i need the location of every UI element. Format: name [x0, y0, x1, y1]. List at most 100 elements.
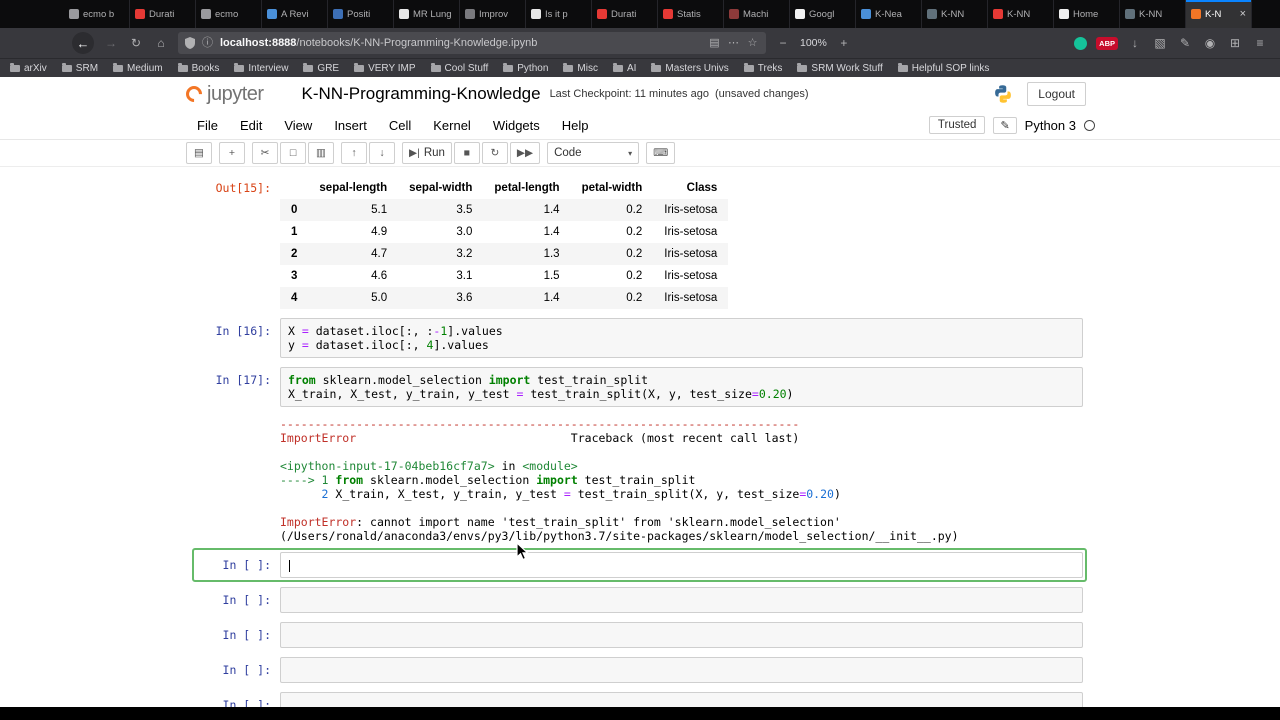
- browser-tab[interactable]: K-Nea: [856, 0, 922, 28]
- notebook-cell[interactable]: In [ ]:: [196, 692, 1083, 707]
- bookmark-folder[interactable]: SRM: [61, 62, 98, 74]
- browser-tab[interactable]: Statis: [658, 0, 724, 28]
- copy-icon: □: [289, 147, 297, 159]
- bookmark-folder[interactable]: arXiv: [10, 62, 47, 74]
- browser-tab[interactable]: K-NN: [1120, 0, 1186, 28]
- tab-favicon: [399, 9, 409, 19]
- zoom-level[interactable]: 100%: [800, 37, 827, 49]
- menu-kernel[interactable]: Kernel: [422, 114, 482, 137]
- browser-tab[interactable]: Durati: [592, 0, 658, 28]
- cell-content: [280, 622, 1083, 648]
- menu-view[interactable]: View: [273, 114, 323, 137]
- run-button[interactable]: ▶| Run: [402, 142, 452, 164]
- browser-tab[interactable]: K-NN: [988, 0, 1054, 28]
- bookmark-folder[interactable]: Helpful SOP links: [897, 62, 989, 74]
- code-input[interactable]: [280, 622, 1083, 648]
- page-actions-icon[interactable]: ⋯: [727, 37, 740, 49]
- menu-help[interactable]: Help: [551, 114, 600, 137]
- command-palette-button[interactable]: ⌨: [646, 142, 676, 164]
- site-info-icon[interactable]: ⓘ: [201, 37, 214, 49]
- tracking-shield-icon[interactable]: [185, 37, 195, 49]
- browser-tab[interactable]: Positi: [328, 0, 394, 28]
- tab-close-icon[interactable]: ×: [1240, 8, 1246, 20]
- code-input[interactable]: [280, 587, 1083, 613]
- browser-tab[interactable]: ecmo b: [64, 0, 130, 28]
- copy-button[interactable]: □: [280, 142, 306, 164]
- save-button[interactable]: ▤: [186, 142, 212, 164]
- browser-tab[interactable]: Is it p: [526, 0, 592, 28]
- browser-tab[interactable]: Improv: [460, 0, 526, 28]
- code-input[interactable]: X = dataset.iloc[:, :-1].values y = datas…: [280, 318, 1083, 358]
- forward-button[interactable]: →: [103, 37, 119, 49]
- code-input[interactable]: from sklearn.model_selection import test…: [280, 367, 1083, 407]
- notebook-title[interactable]: K-NN-Programming-Knowledge: [302, 84, 541, 104]
- zoom-out-button[interactable]: −: [775, 37, 791, 49]
- adblock-extension-icon[interactable]: ABP: [1096, 36, 1118, 50]
- browser-tab[interactable]: A Revi: [262, 0, 328, 28]
- notebook-cell[interactable]: In [17]: from sklearn.model_selection imp…: [196, 367, 1083, 543]
- add-cell-button[interactable]: +: [219, 142, 245, 164]
- notebook-cell[interactable]: Out[15]: sepal-length sepal-width petal-len…: [196, 175, 1083, 309]
- edit-mode-pencil-icon[interactable]: ✎: [993, 116, 1017, 134]
- bookmark-folder[interactable]: Medium: [113, 62, 163, 74]
- zoom-in-button[interactable]: +: [836, 37, 852, 49]
- bookmark-star-icon[interactable]: ☆: [746, 37, 759, 49]
- browser-tab[interactable]: Machi: [724, 0, 790, 28]
- bookmark-folder[interactable]: Misc: [563, 62, 598, 74]
- bookmark-folder[interactable]: Cool Stuff: [430, 62, 488, 74]
- browser-tab[interactable]: Googl: [790, 0, 856, 28]
- browser-tab[interactable]: Durati: [130, 0, 196, 28]
- browser-tab[interactable]: ecmo: [196, 0, 262, 28]
- notebook-cell[interactable]: In [ ]:: [196, 587, 1083, 613]
- grammarly-extension-icon[interactable]: [1074, 36, 1088, 50]
- logout-button[interactable]: Logout: [1027, 82, 1086, 106]
- bookmark-folder[interactable]: Treks: [743, 62, 782, 74]
- menu-button[interactable]: ≡: [1252, 37, 1268, 49]
- code-input[interactable]: [280, 552, 1083, 578]
- trusted-badge[interactable]: Trusted: [928, 116, 986, 134]
- bookmark-folder[interactable]: GRE: [303, 62, 339, 74]
- downloads-button[interactable]: ↓: [1127, 37, 1143, 49]
- menu-insert[interactable]: Insert: [323, 114, 378, 137]
- code-input[interactable]: [280, 657, 1083, 683]
- bookmark-folder[interactable]: Books: [177, 62, 219, 74]
- back-button[interactable]: ←: [72, 32, 94, 54]
- notebook-cell[interactable]: In [ ]:: [196, 657, 1083, 683]
- bookmark-folder[interactable]: Interview: [234, 62, 288, 74]
- bookmark-folder[interactable]: VERY IMP: [354, 62, 416, 74]
- menu-file[interactable]: File: [186, 114, 229, 137]
- code-input[interactable]: [280, 692, 1083, 707]
- highlighter-extension-icon[interactable]: ✎: [1177, 37, 1193, 49]
- notebook-cell[interactable]: In [ ]:: [192, 548, 1087, 582]
- menu-cell[interactable]: Cell: [378, 114, 422, 137]
- menu-edit[interactable]: Edit: [229, 114, 273, 137]
- browser-tab[interactable]: K-NN: [922, 0, 988, 28]
- notebook-cell[interactable]: In [16]: X = dataset.iloc[:, :-1].values y…: [196, 318, 1083, 358]
- move-up-button[interactable]: ↑: [341, 142, 367, 164]
- cell-type-select[interactable]: Code ▾: [547, 142, 640, 164]
- stop-button[interactable]: ■: [453, 142, 480, 164]
- menu-widgets[interactable]: Widgets: [482, 114, 551, 137]
- browser-tab[interactable]: K-N ×: [1186, 0, 1252, 28]
- cut-button[interactable]: ✂: [252, 142, 278, 164]
- notebook-area[interactable]: Out[15]: sepal-length sepal-width petal-len…: [0, 167, 1280, 707]
- sidebar-button[interactable]: ▧: [1152, 37, 1168, 49]
- restart-run-all-button[interactable]: ▶▶: [509, 142, 541, 164]
- move-down-button[interactable]: ↓: [369, 142, 395, 164]
- browser-tab[interactable]: Home: [1054, 0, 1120, 28]
- restart-kernel-button[interactable]: ↻: [481, 142, 508, 164]
- paste-button[interactable]: ▥: [308, 142, 334, 164]
- bookmark-folder[interactable]: AI: [612, 62, 636, 74]
- browser-tab[interactable]: MR Lung V: [394, 0, 460, 28]
- home-button[interactable]: ⌂: [153, 37, 169, 49]
- bookmark-folder[interactable]: Python: [503, 62, 548, 74]
- bookmark-folder[interactable]: Masters Univs: [651, 62, 729, 74]
- url-bar[interactable]: ⓘ localhost:8888/notebooks/K-NN-Programm…: [178, 32, 766, 54]
- notebook-cell[interactable]: In [ ]:: [196, 622, 1083, 648]
- extensions-grid-icon[interactable]: ⊞: [1227, 37, 1243, 49]
- jupyter-logo[interactable]: jupyter: [182, 83, 264, 106]
- account-button[interactable]: ◉: [1202, 37, 1218, 49]
- reader-mode-icon[interactable]: ▤: [708, 37, 721, 49]
- bookmark-folder[interactable]: SRM Work Stuff: [797, 62, 883, 74]
- reload-button[interactable]: ↻: [128, 37, 144, 49]
